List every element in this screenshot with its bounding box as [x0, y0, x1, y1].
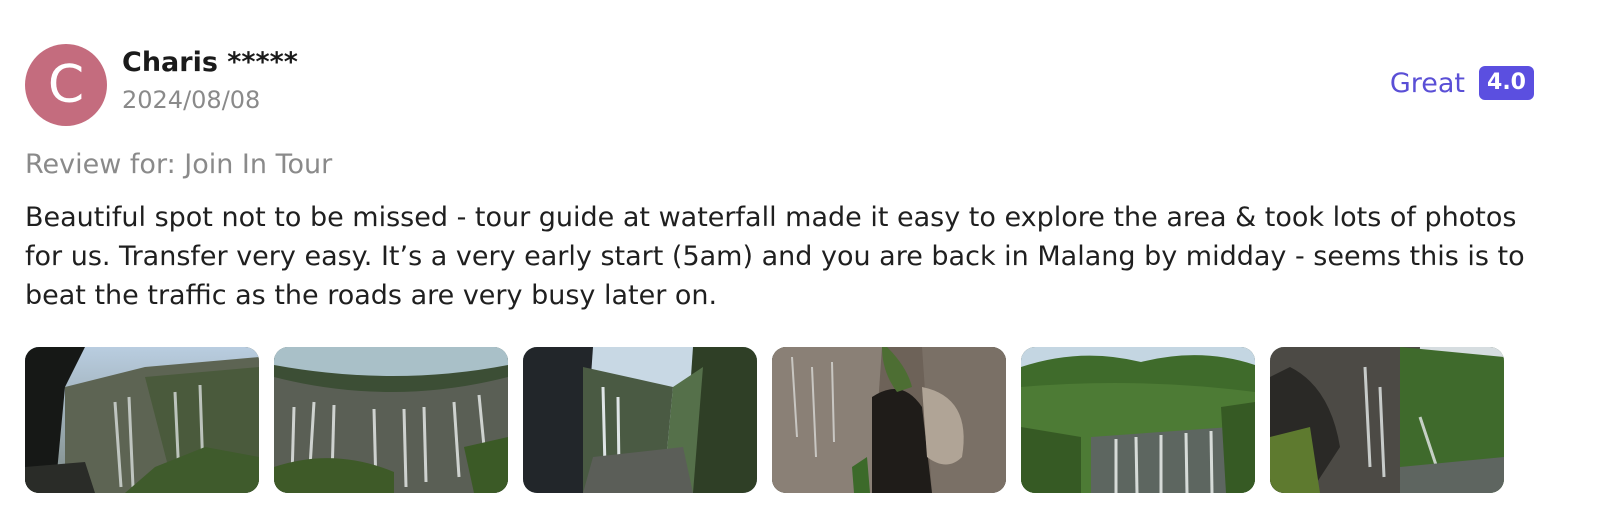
review-photo-5[interactable] [1021, 347, 1255, 493]
waterfall-photo-icon [523, 347, 757, 493]
review-photo-3[interactable] [523, 347, 757, 493]
rock-cave-photo-icon [772, 347, 1006, 493]
review-photo-1[interactable] [25, 347, 259, 493]
review-date: 2024/08/08 [122, 86, 261, 114]
rating-score-badge: 4.0 [1479, 66, 1534, 100]
waterfall-photo-icon [25, 347, 259, 493]
review-photo-2[interactable] [274, 347, 508, 493]
review-text: Beautiful spot not to be missed - tour g… [25, 202, 1525, 311]
review-for[interactable]: Review for: Join In Tour [25, 149, 332, 180]
review-photo-6[interactable] [1270, 347, 1504, 493]
photo-gallery [25, 347, 1504, 493]
waterfall-photo-icon [1021, 347, 1255, 493]
rating: Great 4.0 [1390, 66, 1534, 100]
rating-label: Great [1389, 67, 1466, 99]
avatar: C [25, 44, 107, 126]
review-card: C Charis ***** 2024/08/08 Great 4.0 Revi… [0, 0, 1600, 525]
avatar-initial: C [47, 55, 85, 115]
waterfall-photo-icon [274, 347, 508, 493]
waterfall-photo-icon [1270, 347, 1504, 493]
review-photo-4[interactable] [772, 347, 1006, 493]
reviewer-name: Charis ***** [122, 47, 298, 78]
